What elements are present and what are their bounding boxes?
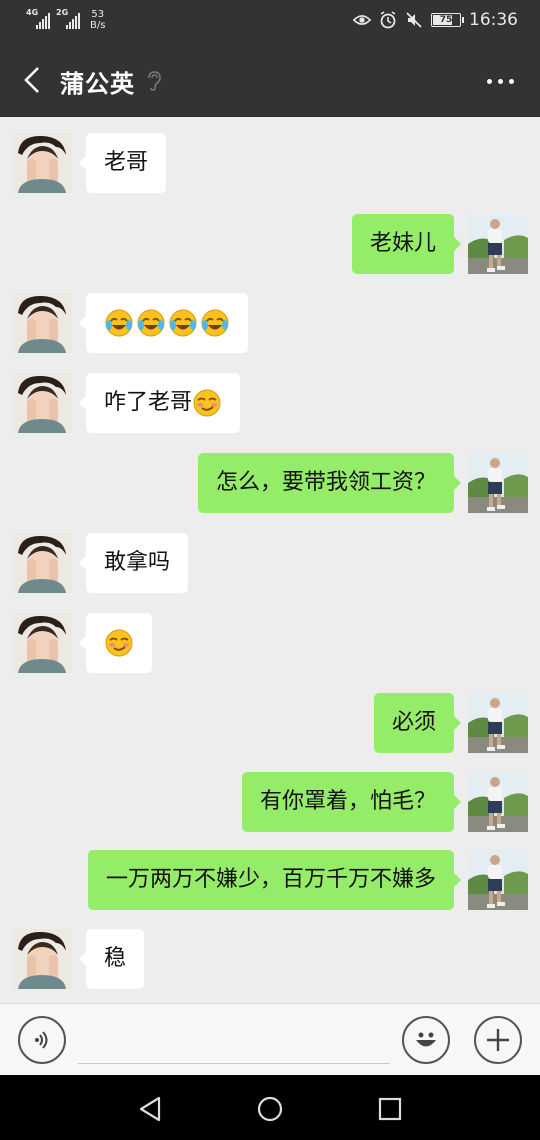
back-button[interactable] (14, 62, 50, 98)
my-avatar[interactable] (468, 693, 528, 753)
contact-avatar[interactable] (12, 373, 72, 433)
voice-button[interactable] (18, 1016, 66, 1064)
mute-icon (405, 11, 423, 29)
message-bubble-sent[interactable]: 怎么，要带我领工资？ (197, 453, 462, 513)
more-dot (497, 78, 503, 84)
earpiece-mode-icon (145, 70, 163, 92)
laugh-cry-emoji (137, 309, 165, 337)
my-avatar[interactable] (468, 453, 528, 513)
message-bubble-received[interactable]: 敢拿吗 (78, 533, 189, 593)
more-options-button[interactable] (482, 66, 518, 96)
smirk-emoji (193, 389, 221, 417)
message-bubble-received[interactable] (79, 613, 152, 673)
emoji-icon (416, 1032, 436, 1047)
message-bubble-sent[interactable]: 必须 (373, 693, 462, 753)
laugh-cry-emoji (201, 309, 229, 337)
message-row (0, 597, 540, 673)
chat-header: 蒲公英 (0, 44, 540, 117)
message-row: 有你罩着，怕毛？ (0, 756, 540, 832)
message-bubble-received[interactable] (79, 293, 248, 353)
battery-icon: 75 (431, 13, 464, 27)
signal-2-icon: 2G (56, 9, 80, 29)
network-speed: 53 B/s (90, 9, 106, 31)
alarm-icon (379, 11, 397, 29)
message-bubble-sent[interactable]: 一万两万不嫌少，百万千万不嫌多 (87, 850, 462, 910)
nav-back-button[interactable] (130, 1089, 170, 1129)
laugh-cry-emoji (169, 309, 197, 337)
message-bubble-received[interactable]: 咋了老哥 (78, 373, 241, 433)
triangle-back-icon (139, 1096, 161, 1122)
nav-home-button[interactable] (250, 1089, 290, 1129)
emoji-button[interactable] (402, 1016, 450, 1064)
contact-avatar[interactable] (12, 929, 72, 989)
message-input[interactable] (78, 1020, 390, 1064)
my-avatar[interactable] (468, 214, 528, 274)
more-functions-button[interactable] (474, 1016, 522, 1064)
message-bubble-received[interactable]: 稳 (78, 929, 145, 989)
status-bar: 4G 2G 53 B/s 75 16:36 (0, 0, 540, 44)
message-row: 老妹儿 (0, 198, 540, 274)
system-nav-bar (0, 1075, 540, 1140)
message-row: 咋了老哥 (0, 357, 540, 433)
chat-messages[interactable]: 老哥 老妹儿 咋了老哥 怎么，要带我领工资？ 敢拿吗 必须 有你罩着，怕毛？ 一… (0, 117, 540, 1003)
message-row: 稳 (0, 913, 540, 989)
contact-avatar[interactable] (12, 613, 72, 673)
nav-recent-button[interactable] (370, 1089, 410, 1129)
message-bubble-received[interactable]: 老哥 (78, 133, 167, 193)
laugh-cry-emoji (105, 309, 133, 337)
eye-icon (353, 11, 371, 29)
message-input-bar (0, 1003, 540, 1075)
message-bubble-sent[interactable]: 有你罩着，怕毛？ (241, 772, 462, 832)
message-row (0, 277, 540, 353)
contact-avatar[interactable] (12, 133, 72, 193)
contact-avatar[interactable] (12, 533, 72, 593)
circle-home-icon (257, 1096, 283, 1122)
message-row: 老哥 (0, 117, 540, 193)
message-row: 一万两万不嫌少，百万千万不嫌多 (0, 834, 540, 910)
message-bubble-sent[interactable]: 老妹儿 (351, 214, 462, 274)
my-avatar[interactable] (468, 850, 528, 910)
my-avatar[interactable] (468, 772, 528, 832)
message-row: 怎么，要带我领工资？ (0, 437, 540, 513)
plus-icon (487, 1029, 509, 1051)
chat-title: 蒲公英 (60, 70, 135, 98)
more-dot (486, 78, 492, 84)
signal-1-icon: 4G (26, 9, 50, 29)
message-row: 敢拿吗 (0, 517, 540, 593)
voice-icon (35, 1031, 48, 1049)
clock-time: 16:36 (469, 10, 518, 30)
contact-avatar[interactable] (12, 293, 72, 353)
smirk-emoji (105, 629, 133, 657)
more-dot (508, 78, 514, 84)
chevron-left-icon (24, 67, 39, 93)
square-recent-icon (378, 1097, 402, 1121)
message-row: 必须 (0, 677, 540, 753)
